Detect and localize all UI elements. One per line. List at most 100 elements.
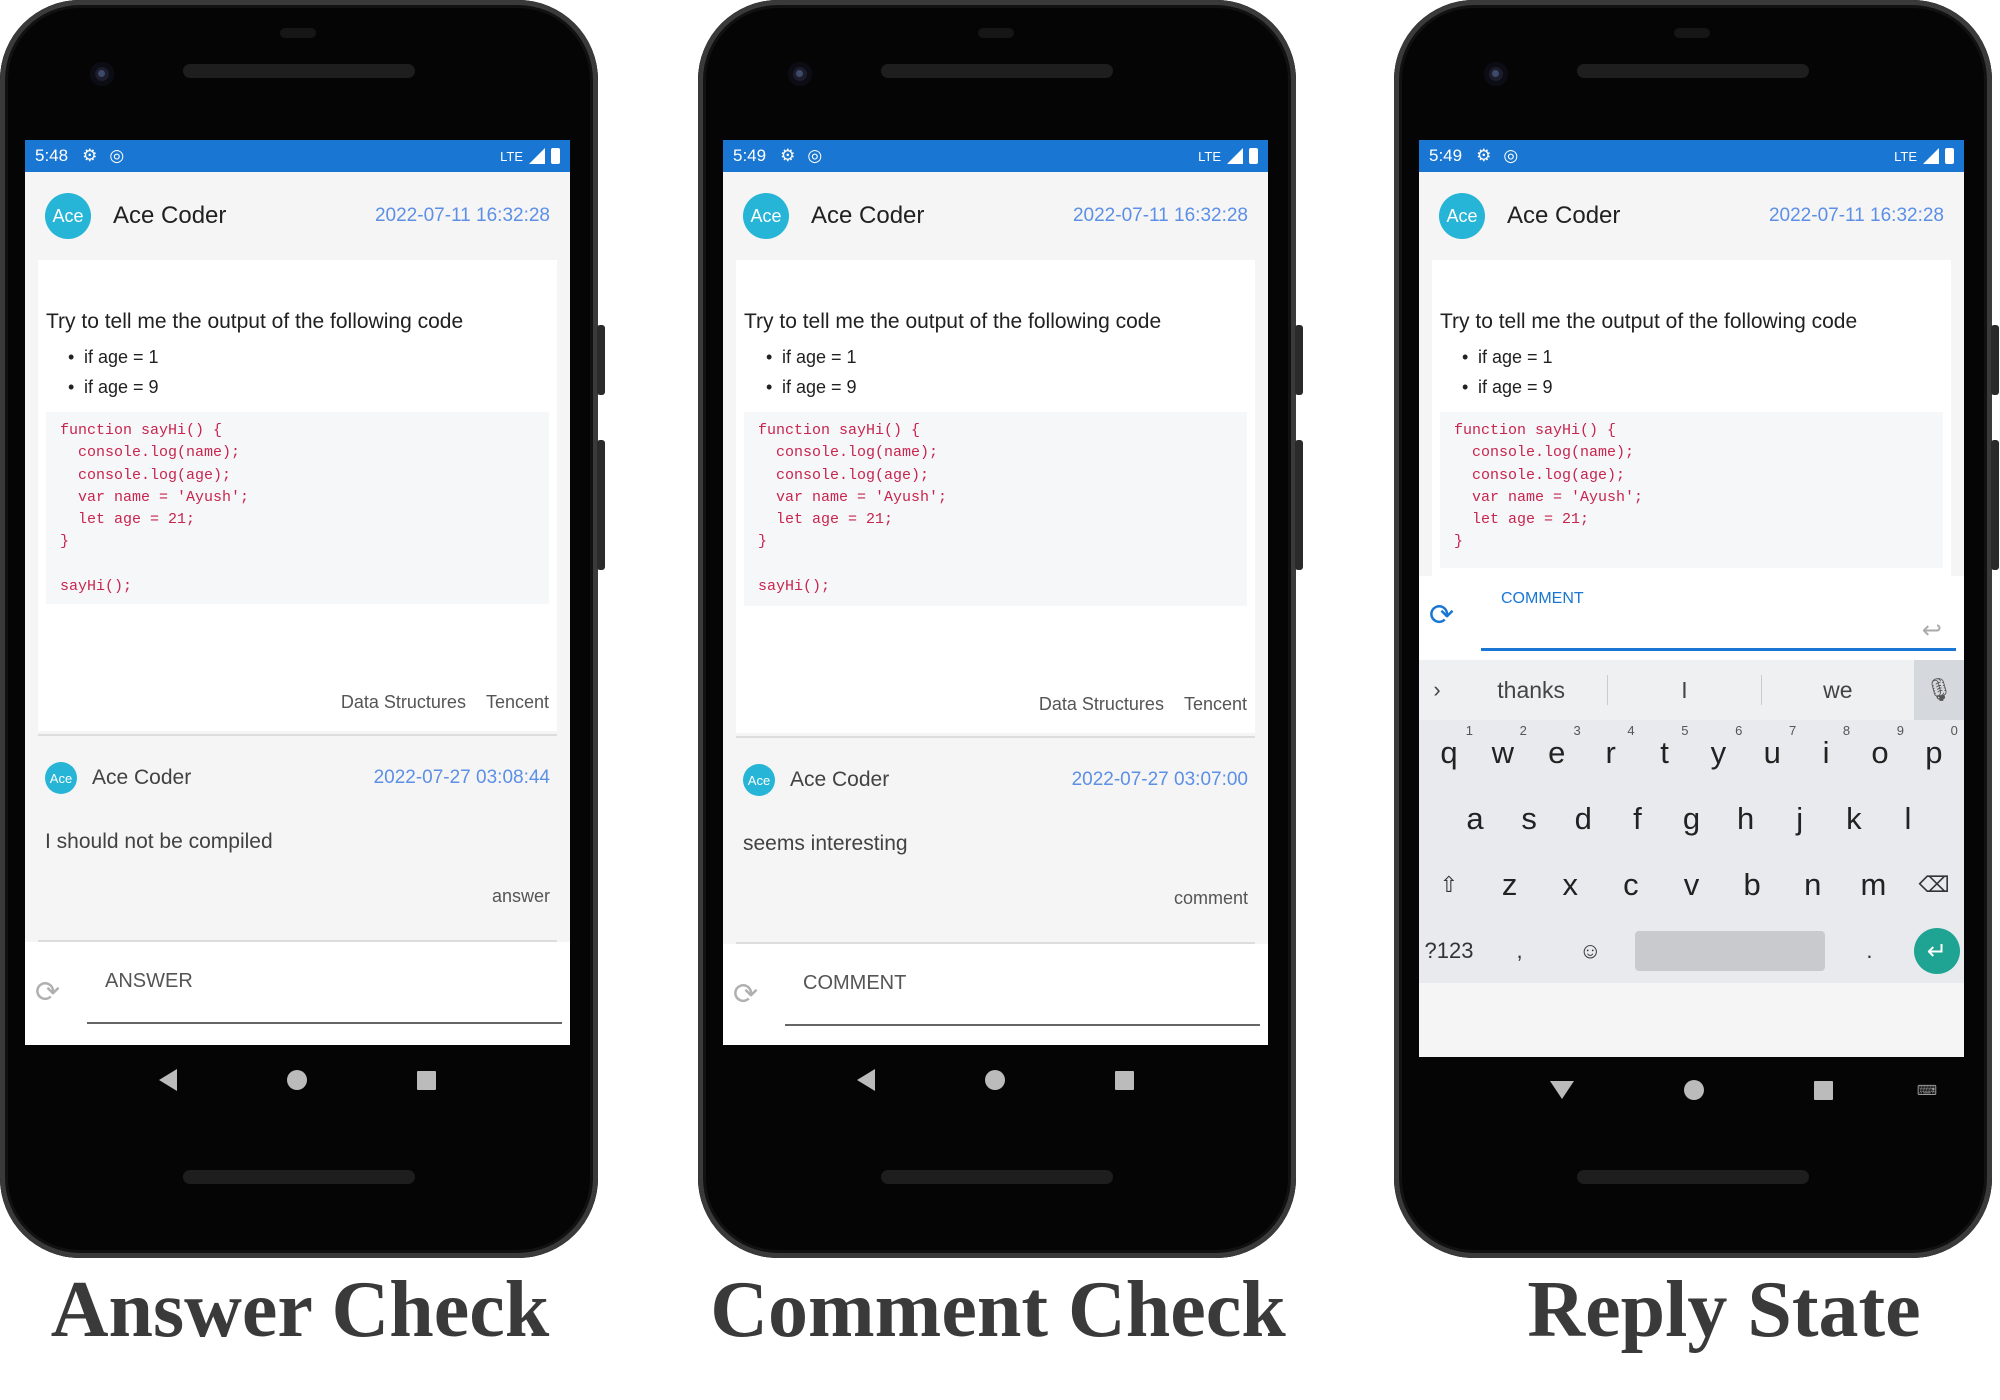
emoji-icon[interactable]: ☺	[1564, 938, 1616, 964]
key-r[interactable]: 4r	[1585, 723, 1637, 771]
code-block: function sayHi() { console.log(name); co…	[46, 412, 549, 604]
reply-author[interactable]: Ace Coder	[92, 766, 191, 790]
chevron-right-icon[interactable]: ›	[1419, 677, 1455, 703]
key-x[interactable]: x	[1544, 867, 1596, 903]
key-l[interactable]: l	[1882, 801, 1934, 837]
status-time: 5:49	[1429, 146, 1463, 165]
suggestion[interactable]: thanks	[1455, 677, 1607, 704]
space-bar[interactable]	[1634, 931, 1825, 971]
gear-icon: ⚙	[780, 146, 796, 165]
home-icon[interactable]	[287, 1070, 307, 1090]
refresh-icon[interactable]: ⟳	[1429, 598, 1454, 633]
key-w[interactable]: 2w	[1477, 723, 1529, 771]
back-icon[interactable]	[159, 1069, 177, 1091]
caption: Comment Check	[710, 1266, 1286, 1354]
refresh-icon[interactable]: ⟳	[35, 975, 60, 1010]
tag-tencent[interactable]: Tencent	[486, 692, 549, 713]
post-date: 2022-07-11 16:32:28	[1072, 205, 1248, 226]
gear-icon: ⚙	[1476, 146, 1492, 165]
status-right: LTE	[1894, 148, 1954, 164]
avatar[interactable]: Ace	[743, 193, 789, 239]
key-g[interactable]: g	[1666, 801, 1718, 837]
backspace-icon[interactable]: ⌫	[1908, 872, 1960, 898]
symbols-key[interactable]: ?123	[1423, 938, 1475, 964]
suggestion[interactable]: I	[1608, 677, 1760, 704]
key-u[interactable]: 7u	[1746, 723, 1798, 771]
post-author[interactable]: Ace Coder	[113, 202, 226, 230]
key-o[interactable]: 9o	[1854, 723, 1906, 771]
bullet-list: if age = 1 if age = 9	[1440, 342, 1943, 402]
comment-input-area: ⟳ COMMENT ↩	[1419, 576, 1964, 660]
post-author[interactable]: Ace Coder	[811, 202, 924, 230]
key-t[interactable]: 5t	[1639, 723, 1691, 771]
keyboard-switch-icon[interactable]: ⌨	[1917, 1082, 1937, 1099]
avatar[interactable]: Ace	[1439, 193, 1485, 239]
avatar[interactable]: Ace	[743, 764, 775, 796]
comment-input[interactable]: COMMENT	[803, 972, 906, 995]
panel-answer-check: 5:48 ⚙ ◎ LTE Ace Ace Coder 2022-07-11 16…	[0, 0, 605, 1400]
reply-arrow-icon[interactable]: ↩	[1922, 616, 1942, 645]
front-camera	[1484, 62, 1508, 86]
tag-data-structures[interactable]: Data Structures	[341, 692, 466, 713]
code-block: function sayHi() { console.log(name); co…	[1440, 412, 1943, 568]
key-y[interactable]: 6y	[1692, 723, 1744, 771]
post-header: Ace Ace Coder 2022-07-11 16:32:28	[1419, 172, 1964, 260]
volume-button	[597, 325, 605, 395]
post-author[interactable]: Ace Coder	[1507, 202, 1620, 230]
question-title: Try to tell me the output of the followi…	[46, 310, 464, 333]
key-d[interactable]: d	[1557, 801, 1609, 837]
recents-icon[interactable]	[1115, 1070, 1134, 1090]
key-n[interactable]: n	[1787, 867, 1839, 903]
key-m[interactable]: m	[1847, 867, 1899, 903]
recents-icon[interactable]	[1814, 1080, 1833, 1100]
tag-tencent[interactable]: Tencent	[1184, 694, 1247, 715]
key-row-1: 1q 2w 3e 4r 5t 6y 7u 8i 9o 0p	[1419, 720, 1964, 786]
post-header: Ace Ace Coder 2022-07-11 16:32:28	[723, 172, 1268, 260]
back-icon[interactable]	[857, 1069, 875, 1091]
avatar[interactable]: Ace	[45, 762, 77, 794]
key-k[interactable]: k	[1828, 801, 1880, 837]
key-j[interactable]: j	[1774, 801, 1826, 837]
list-item: if age = 9	[68, 372, 549, 402]
phone-frame: 5:49 ⚙ ◎ LTE Ace Ace Coder 2022-07-11 16…	[1394, 0, 1999, 1258]
key-a[interactable]: a	[1449, 801, 1501, 837]
input-underline	[785, 1024, 1260, 1026]
comment-input[interactable]: COMMENT	[1501, 590, 1584, 608]
home-icon[interactable]	[985, 1070, 1005, 1090]
key-z[interactable]: z	[1484, 867, 1536, 903]
battery-icon	[551, 148, 560, 164]
suggestion[interactable]: we	[1762, 677, 1914, 704]
key-v[interactable]: v	[1666, 867, 1718, 903]
key-i[interactable]: 8i	[1800, 723, 1852, 771]
answer-input[interactable]: ANSWER	[105, 970, 193, 993]
tag-data-structures[interactable]: Data Structures	[1039, 694, 1164, 715]
front-camera	[90, 62, 114, 86]
hide-keyboard-icon[interactable]	[1550, 1081, 1574, 1099]
key-c[interactable]: c	[1605, 867, 1657, 903]
home-icon[interactable]	[1684, 1080, 1704, 1100]
answer-input-area: ⟳ ANSWER	[25, 942, 570, 1045]
key-s[interactable]: s	[1503, 801, 1555, 837]
key-q[interactable]: 1q	[1423, 723, 1475, 771]
gear-icon: ⚙	[82, 146, 98, 165]
key-h[interactable]: h	[1720, 801, 1772, 837]
key-e[interactable]: 3e	[1531, 723, 1583, 771]
avatar[interactable]: Ace	[45, 193, 91, 239]
key-b[interactable]: b	[1726, 867, 1778, 903]
enter-icon[interactable]: ↵	[1913, 928, 1960, 974]
speaker-grille	[183, 64, 415, 78]
key-comma[interactable]: ,	[1494, 938, 1546, 964]
key-f[interactable]: f	[1611, 801, 1663, 837]
status-bar: 5:49 ⚙ ◎ LTE	[1419, 140, 1964, 172]
earpiece	[1674, 28, 1710, 38]
key-p[interactable]: 0p	[1908, 723, 1960, 771]
post-header: Ace Ace Coder 2022-07-11 16:32:28	[25, 172, 570, 260]
microphone-icon[interactable]: 🎙	[1913, 660, 1964, 720]
reply-author[interactable]: Ace Coder	[790, 768, 889, 792]
key-period[interactable]: .	[1843, 938, 1895, 964]
shift-icon[interactable]: ⇧	[1423, 872, 1475, 898]
recents-icon[interactable]	[417, 1070, 436, 1090]
reply-header: Ace Ace Coder 2022-07-27 03:07:00	[743, 764, 1248, 796]
signal-icon	[1923, 148, 1939, 164]
refresh-icon[interactable]: ⟳	[733, 977, 758, 1012]
